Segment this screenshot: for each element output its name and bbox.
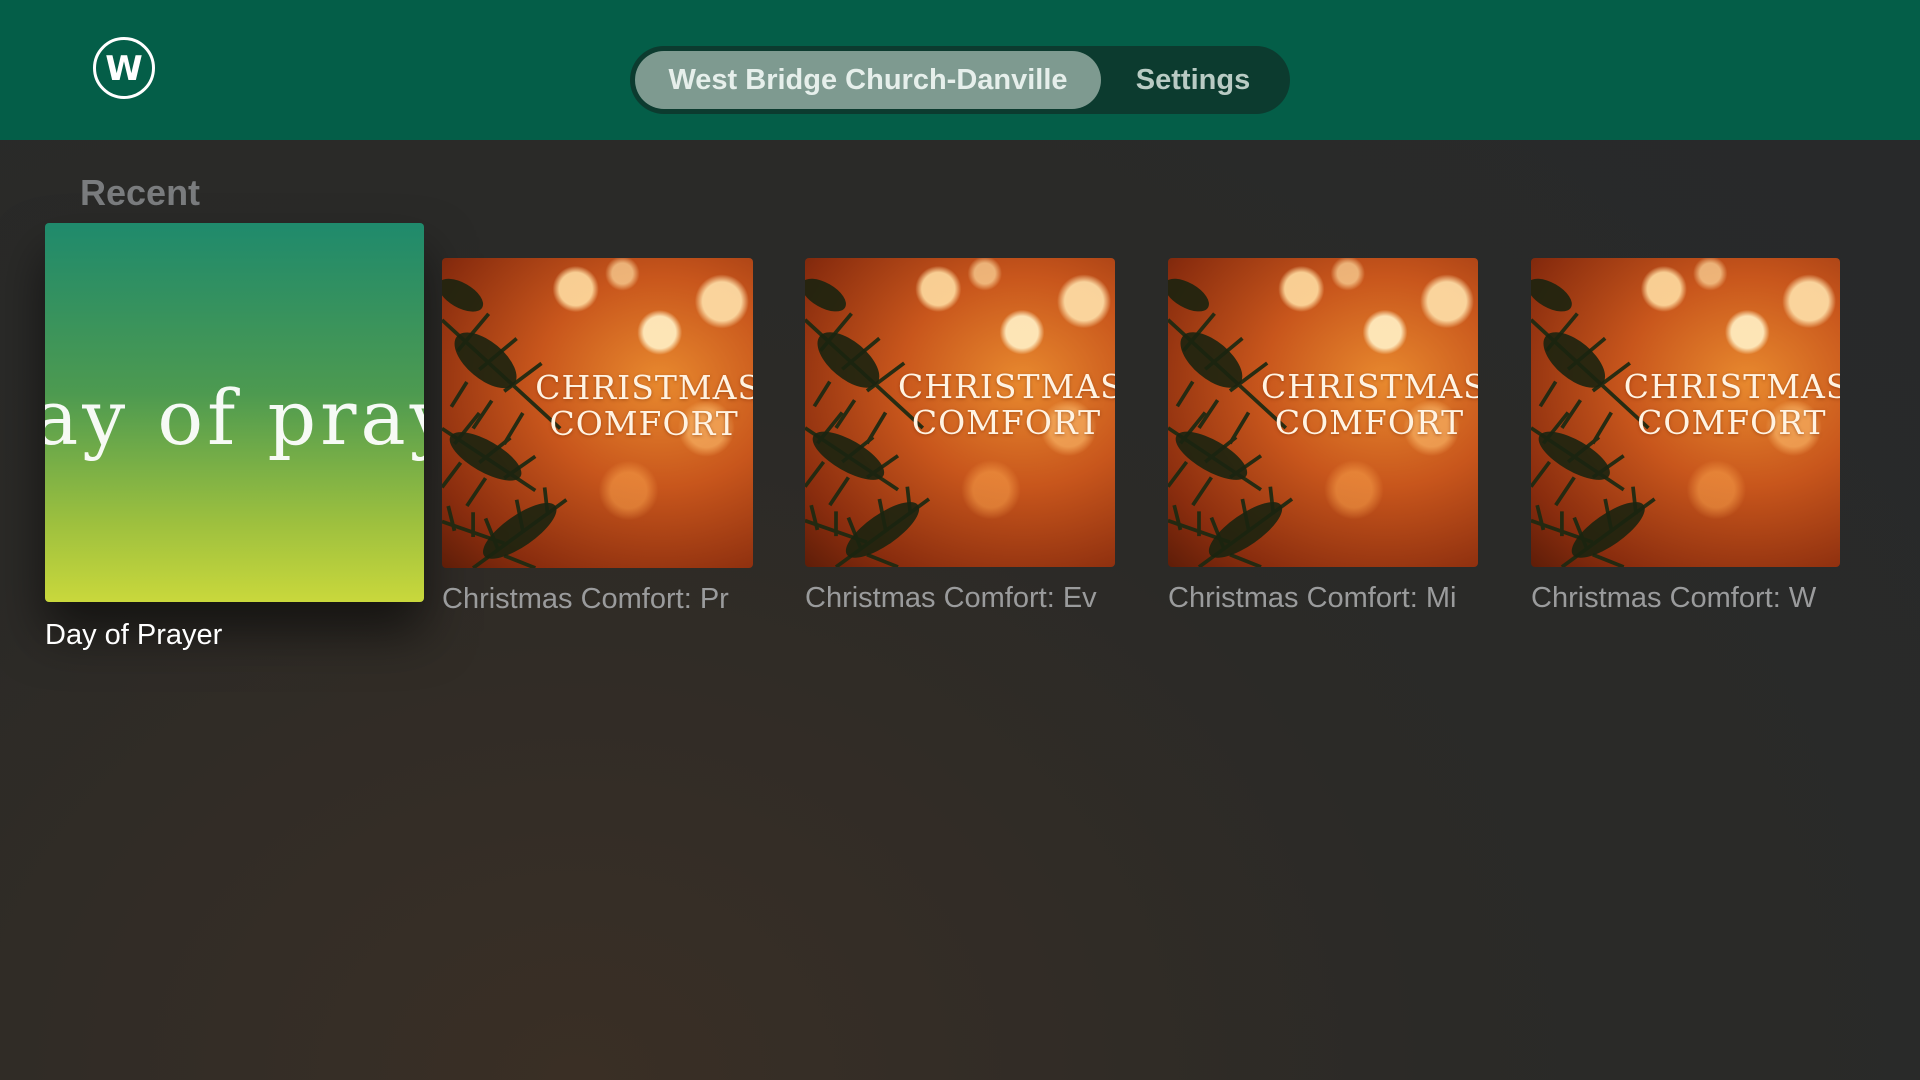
logo-letter: W: [105, 49, 143, 89]
media-artwork: CHRISTMAS COMFORT: [805, 258, 1115, 567]
artwork-title-line-2: COMFORT: [1274, 403, 1465, 443]
tab-west-bridge-church[interactable]: West Bridge Church-Danville: [635, 51, 1101, 109]
top-navigation-bar: W West Bridge Church-Danville Settings: [0, 0, 1920, 140]
media-artwork: CHRISTMAS COMFORT: [442, 258, 753, 568]
artwork-title-line-2: COMFORT: [1637, 403, 1827, 443]
artwork-title-line-1: CHRISTMAS: [898, 367, 1115, 407]
media-artwork: CHRISTMAS COMFORT: [1168, 258, 1478, 567]
media-artwork: CHRISTMAS COMFORT: [1531, 258, 1840, 567]
media-card-christmas-comfort-3[interactable]: CHRISTMAS COMFORT Christmas Comfort: Mi: [1168, 258, 1478, 614]
artwork-title: CHRISTMAS COMFORT: [1261, 369, 1478, 441]
artwork-title-line-1: CHRISTMAS: [535, 367, 753, 407]
media-card-christmas-comfort-4[interactable]: CHRISTMAS COMFORT Christmas Comfort: W: [1531, 258, 1840, 614]
media-card-day-of-prayer[interactable]: ay of praye Day of Prayer: [45, 223, 424, 651]
media-artwork: ay of praye: [45, 223, 424, 602]
media-card-christmas-comfort-2[interactable]: CHRISTMAS COMFORT Christmas Comfort: Ev: [805, 258, 1115, 614]
artwork-title-line-2: COMFORT: [911, 403, 1102, 443]
tab-settings[interactable]: Settings: [1101, 51, 1285, 109]
media-card-title: Christmas Comfort: Mi: [1168, 582, 1457, 614]
media-card-title: Christmas Comfort: Ev: [805, 582, 1097, 614]
recent-section-title: Recent: [80, 172, 201, 213]
media-card-christmas-comfort-1[interactable]: CHRISTMAS COMFORT Christmas Comfort: Pr: [442, 258, 753, 615]
tab-bar: West Bridge Church-Danville Settings: [630, 46, 1290, 114]
media-card-title: Christmas Comfort: Pr: [442, 583, 729, 615]
artwork-title-line-1: CHRISTMAS: [1623, 367, 1840, 407]
artwork-title: CHRISTMAS COMFORT: [1624, 369, 1840, 441]
artwork-title-line-1: CHRISTMAS: [1261, 367, 1478, 407]
artwork-title-line-2: COMFORT: [549, 403, 739, 443]
artwork-title: CHRISTMAS COMFORT: [898, 369, 1115, 441]
media-card-title: Day of Prayer: [45, 619, 223, 651]
media-card-title: Christmas Comfort: W: [1531, 582, 1817, 614]
artwork-title: ay of praye: [45, 373, 424, 462]
church-logo-icon[interactable]: W: [93, 37, 155, 99]
artwork-title: CHRISTMAS COMFORT: [535, 367, 753, 443]
